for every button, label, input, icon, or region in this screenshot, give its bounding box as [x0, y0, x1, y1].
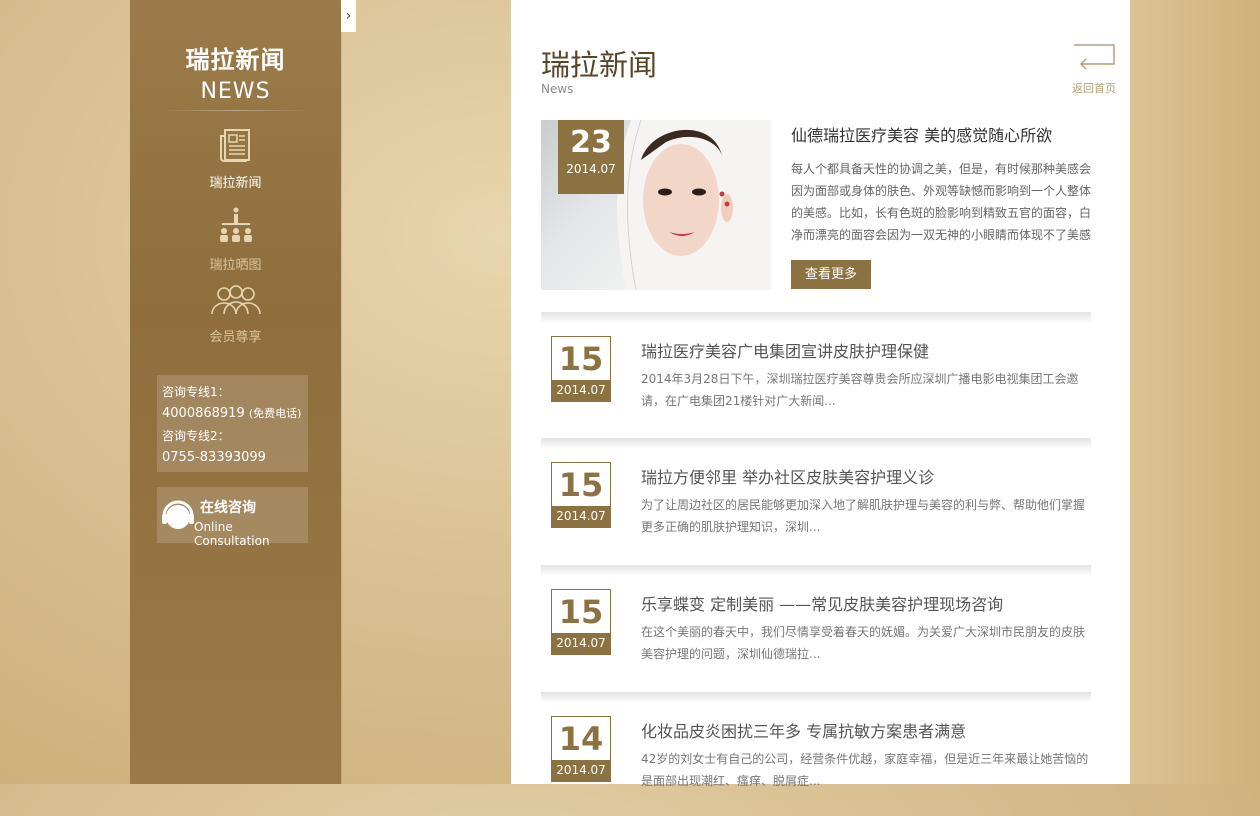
page-background-right — [1130, 0, 1260, 784]
sidebar-toggle-button[interactable]: › — [341, 0, 356, 32]
main-panel: 瑞拉新闻 News 返回首页 23 2014.07 仙德瑞拉医疗美容 美的感觉随… — [511, 0, 1130, 788]
divider — [541, 312, 1091, 323]
news-day: 15 — [558, 466, 604, 504]
divider — [541, 692, 1091, 703]
newspaper-icon — [219, 129, 250, 162]
featured-image[interactable]: 23 2014.07 — [541, 120, 771, 290]
list-item[interactable]: 15 2014.07 乐享蝶变 定制美丽 ——常见皮肤美容护理现场咨询 在这个美… — [541, 589, 1101, 689]
hotline-box: 咨询专线1： 4000868919 (免费电话) 咨询专线2： 0755-833… — [157, 375, 308, 472]
sidebar: 瑞拉新闻 NEWS 瑞拉新闻 瑞拉晒图 会员尊享 咨询专线1： 40008689… — [130, 0, 341, 784]
list-item[interactable]: 15 2014.07 瑞拉方便邻里 举办社区皮肤美容护理义诊 为了让周边社区的居… — [541, 462, 1101, 562]
sidebar-title-cn: 瑞拉新闻 — [185, 46, 286, 74]
sidebar-brand: 瑞拉新闻 NEWS — [130, 40, 341, 104]
members-icon — [210, 285, 261, 315]
news-description: 为了让周边社区的居民能够更加深入地了解肌肤护理与美容的利与弊、帮助他们掌握更多正… — [641, 498, 1086, 534]
news-title[interactable]: 化妆品皮炎困扰三年多 专属抗敏方案患者满意 — [641, 718, 966, 742]
news-day: 15 — [558, 593, 604, 631]
news-title[interactable]: 瑞拉方便邻里 举办社区皮肤美容护理义诊 — [641, 464, 934, 488]
sidebar-divider — [160, 110, 311, 111]
date-box: 15 2014.07 — [551, 462, 611, 528]
featured-description: 每人个都具备天性的协调之美，但是，有时候那种美感会因为面部或身体的肤色、外观等缺… — [791, 162, 1092, 242]
date-box: 15 2014.07 — [551, 336, 611, 402]
news-description: 42岁的刘女士有自己的公司，经营条件优越，家庭幸福，但是近三年来最让她苦恼的是面… — [641, 752, 1089, 788]
gallery-people-icon — [219, 207, 252, 242]
sidebar-item-label: 瑞拉新闻 — [209, 176, 262, 191]
list-item[interactable]: 15 2014.07 瑞拉医疗美容广电集团宣讲皮肤护理保健 2014年3月28日… — [541, 336, 1101, 436]
featured-year-month: 2014.07 — [566, 162, 616, 176]
sidebar-item-gallery[interactable]: 瑞拉晒图 — [130, 206, 341, 273]
back-home-button[interactable]: 返回首页 — [1069, 44, 1119, 96]
hotline-1-number: 4000868919 — [162, 406, 245, 421]
consult-label-cn: 在线咨询 — [200, 500, 256, 516]
consult-label-en: Online Consultation — [194, 520, 270, 548]
sidebar-item-news[interactable]: 瑞拉新闻 — [130, 128, 341, 191]
news-description: 在这个美丽的春天中，我们尽情享受着春天的妩媚。为关爱广大深圳市民朋友的皮肤美容护… — [641, 625, 1086, 661]
date-box: 15 2014.07 — [551, 589, 611, 655]
sidebar-item-label: 会员尊享 — [209, 330, 262, 345]
news-day: 14 — [558, 720, 604, 758]
chevron-right-icon: › — [345, 8, 352, 24]
news-title[interactable]: 乐享蝶变 定制美丽 ——常见皮肤美容护理现场咨询 — [641, 591, 1003, 615]
news-day: 15 — [558, 340, 604, 378]
return-arrow-icon — [1074, 44, 1115, 70]
news-description: 2014年3月28日下午，深圳瑞拉医疗美容尊贵会所应深圳广播电影电视集团工会邀请… — [641, 372, 1079, 408]
online-consultation-button[interactable]: 在线咨询 Online Consultation — [157, 487, 308, 548]
sidebar-item-label: 瑞拉晒图 — [209, 258, 262, 273]
date-box: 14 2014.07 — [551, 716, 611, 782]
news-year-month: 2014.07 — [552, 506, 610, 527]
hotline-1: 4000868919 (免费电话) — [162, 403, 303, 425]
news-title[interactable]: 瑞拉医疗美容广电集团宣讲皮肤护理保健 — [641, 338, 929, 362]
hotline-2-number: 0755-83393099 — [162, 450, 266, 465]
sidebar-item-members[interactable]: 会员尊享 — [130, 284, 341, 345]
page-subtitle: News — [541, 82, 574, 96]
hotline-1-note: (免费电话) — [248, 407, 302, 420]
headset-icon — [162, 500, 194, 529]
news-year-month: 2014.07 — [552, 760, 610, 781]
news-year-month: 2014.07 — [552, 380, 610, 401]
divider — [541, 438, 1091, 449]
list-item[interactable]: 14 2014.07 化妆品皮炎困扰三年多 专属抗敏方案患者满意 42岁的刘女士… — [541, 716, 1101, 816]
featured-date-ribbon: 23 2014.07 — [558, 120, 624, 194]
featured-day: 23 — [570, 125, 612, 160]
divider — [541, 565, 1091, 576]
page-title: 瑞拉新闻 — [541, 48, 658, 82]
featured-title[interactable]: 仙德瑞拉医疗美容 美的感觉随心所欲 — [791, 122, 1052, 146]
back-home-label: 返回首页 — [1072, 82, 1116, 95]
news-year-month: 2014.07 — [552, 633, 610, 654]
hotline-1-label: 咨询专线1： — [162, 385, 230, 399]
sidebar-title-en: NEWS — [200, 79, 271, 104]
read-more-button[interactable]: 查看更多 — [791, 260, 871, 289]
hotline-2-label: 咨询专线2： — [162, 429, 230, 443]
